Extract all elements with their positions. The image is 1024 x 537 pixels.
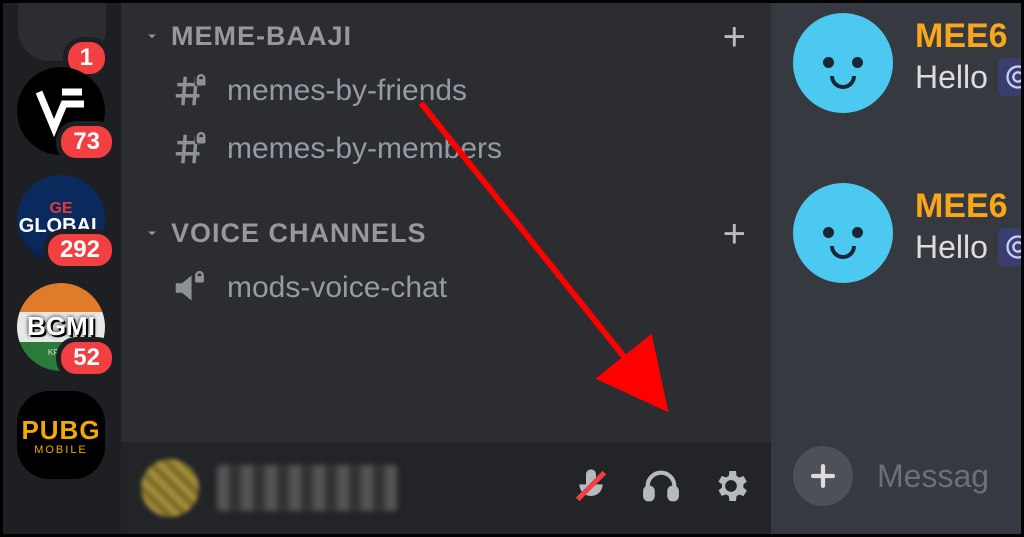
channel-name: memes-by-friends [227,74,467,108]
server-item-partial[interactable]: 1 [18,3,106,61]
channel-item[interactable]: memes-by-members [121,120,771,178]
deafen-icon[interactable] [641,466,681,511]
hash-lock-icon [171,130,209,168]
category-name: MEME-BAAJI [171,21,352,52]
attach-button[interactable] [793,446,853,506]
server-item-global[interactable]: GE GLOBAL 292 [17,175,107,265]
unread-badge: 292 [43,229,117,271]
channel-item[interactable]: memes-by-friends [121,62,771,120]
channel-name: memes-by-members [227,132,502,166]
mute-icon[interactable] [571,466,611,511]
voice-channel-item[interactable]: mods-voice-chat [121,259,771,317]
chevron-down-icon [143,21,161,52]
mention-chip[interactable] [998,228,1021,266]
message-composer: Messag [793,446,1021,506]
speaker-lock-icon [171,269,209,307]
server-item-pubg[interactable]: PUBG MOBILE [17,391,107,481]
user-avatar[interactable] [141,459,199,517]
server-rail: 1 73 GE GLOBAL 292 BGMI KRAFT [3,3,121,534]
server-item-bgmi[interactable]: BGMI KRAFT 52 [17,283,107,373]
settings-gear-icon[interactable] [711,466,751,511]
add-channel-icon[interactable]: + [723,224,747,244]
add-channel-icon[interactable]: + [723,27,747,47]
message: MEE6 Hello [793,13,1021,113]
bot-avatar[interactable] [793,183,893,283]
message-author[interactable]: MEE6 [915,187,1021,226]
chevron-down-icon [143,218,161,249]
unread-badge: 73 [56,121,117,163]
channel-sidebar: MEME-BAAJI + memes-by-friends [121,3,771,534]
chat-area: MEE6 Hello MEE6 Hello [771,3,1021,534]
user-panel [121,442,771,534]
category-header[interactable]: MEME-BAAJI + [121,3,771,62]
mention-chip[interactable] [998,58,1021,96]
username-redacted [217,465,397,511]
unread-badge: 52 [56,337,117,379]
message-author[interactable]: MEE6 [915,17,1021,56]
message: MEE6 Hello [793,183,1021,283]
hash-lock-icon [171,72,209,110]
bot-avatar[interactable] [793,13,893,113]
message-text: Hello [915,59,988,96]
channel-name: mods-voice-chat [227,271,447,305]
server-item-vf[interactable]: 73 [17,67,107,157]
category-header[interactable]: VOICE CHANNELS + [121,200,771,259]
composer-placeholder[interactable]: Messag [877,458,989,495]
message-text: Hello [915,229,988,266]
category-name: VOICE CHANNELS [171,218,427,249]
